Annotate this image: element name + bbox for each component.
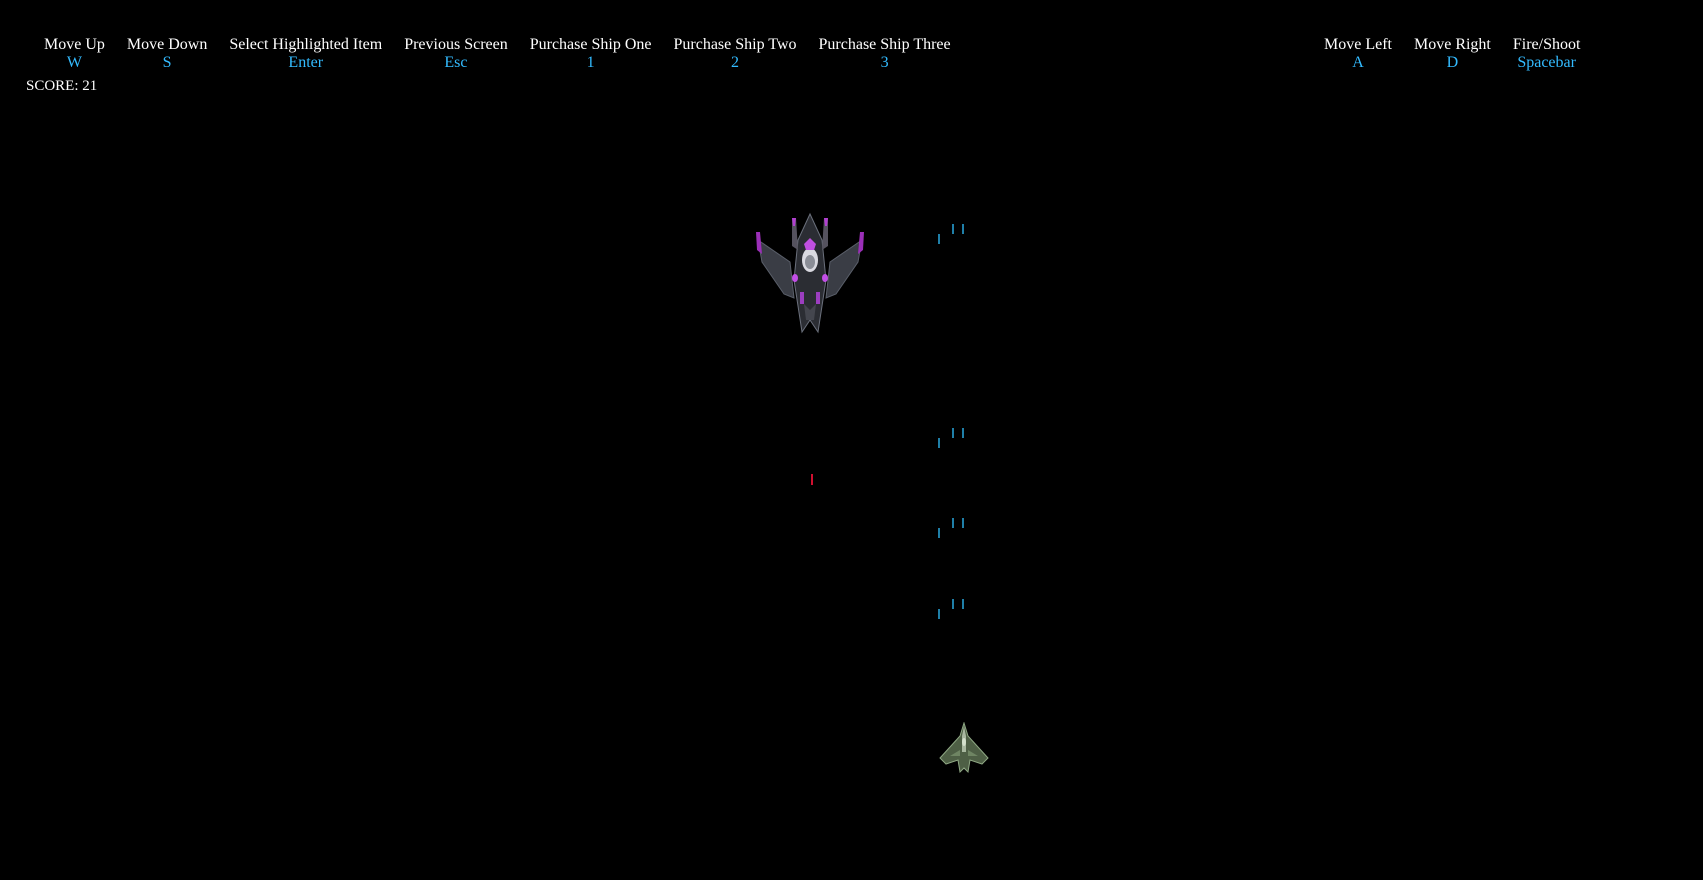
control-move-up: Move Up W	[44, 36, 105, 72]
controls-legend-left: Move Up W Move Down S Select Highlighted…	[44, 36, 973, 72]
control-label: Purchase Ship Two	[673, 36, 797, 53]
control-label: Purchase Ship One	[529, 36, 652, 53]
control-key: A	[1352, 54, 1364, 71]
control-key: 3	[880, 54, 889, 71]
player-bolt	[938, 609, 940, 619]
player-bolt-group	[938, 599, 968, 619]
control-key: D	[1446, 54, 1459, 71]
control-key: Spacebar	[1517, 54, 1576, 71]
control-move-left: Move Left A	[1324, 36, 1392, 72]
control-key: 2	[731, 54, 739, 71]
player-bolt-group	[938, 428, 968, 448]
control-purchase-ship-three: Purchase Ship Three 3	[819, 36, 951, 72]
player-bolt	[952, 428, 954, 438]
player-bolt	[962, 224, 964, 234]
player-bolt-group	[938, 224, 968, 244]
control-move-right: Move Right D	[1414, 36, 1491, 72]
player-bolt	[962, 428, 964, 438]
control-purchase-ship-one: Purchase Ship One 1	[530, 36, 652, 72]
control-key: Esc	[444, 54, 468, 71]
control-label: Previous Screen	[404, 36, 508, 53]
player-bolt	[952, 224, 954, 234]
score-display: SCORE: 21	[26, 78, 98, 94]
control-key: S	[162, 54, 172, 71]
control-key: Enter	[288, 54, 324, 71]
player-bolt	[938, 234, 940, 244]
player-bolt	[952, 599, 954, 609]
control-label: Purchase Ship Three	[818, 36, 951, 53]
player-bolt-group	[938, 518, 968, 538]
control-label: Move Right	[1413, 36, 1491, 53]
control-label: Move Down	[126, 36, 208, 53]
control-label: Move Left	[1324, 36, 1392, 53]
player-bolt	[952, 518, 954, 528]
control-select-item: Select Highlighted Item Enter	[229, 36, 382, 72]
controls-legend-right: Move Left A Move Right D Fire/Shoot Spac…	[1324, 36, 1602, 72]
control-fire-shoot: Fire/Shoot Spacebar	[1513, 36, 1581, 72]
enemy-ship-icon	[756, 212, 864, 334]
control-previous-screen: Previous Screen Esc	[404, 36, 508, 72]
control-label: Fire/Shoot	[1512, 36, 1581, 53]
control-key: W	[66, 54, 82, 71]
player-bolt	[938, 438, 940, 448]
control-label: Select Highlighted Item	[229, 36, 383, 53]
player-bolt	[962, 518, 964, 528]
control-move-down: Move Down S	[127, 36, 207, 72]
control-key: 1	[586, 54, 595, 71]
control-label: Move Up	[44, 36, 105, 53]
player-bolt	[938, 528, 940, 538]
control-purchase-ship-two: Purchase Ship Two 2	[673, 36, 796, 72]
player-bolt	[962, 599, 964, 609]
player-ship-icon	[939, 722, 989, 774]
enemy-bolt	[811, 474, 813, 485]
